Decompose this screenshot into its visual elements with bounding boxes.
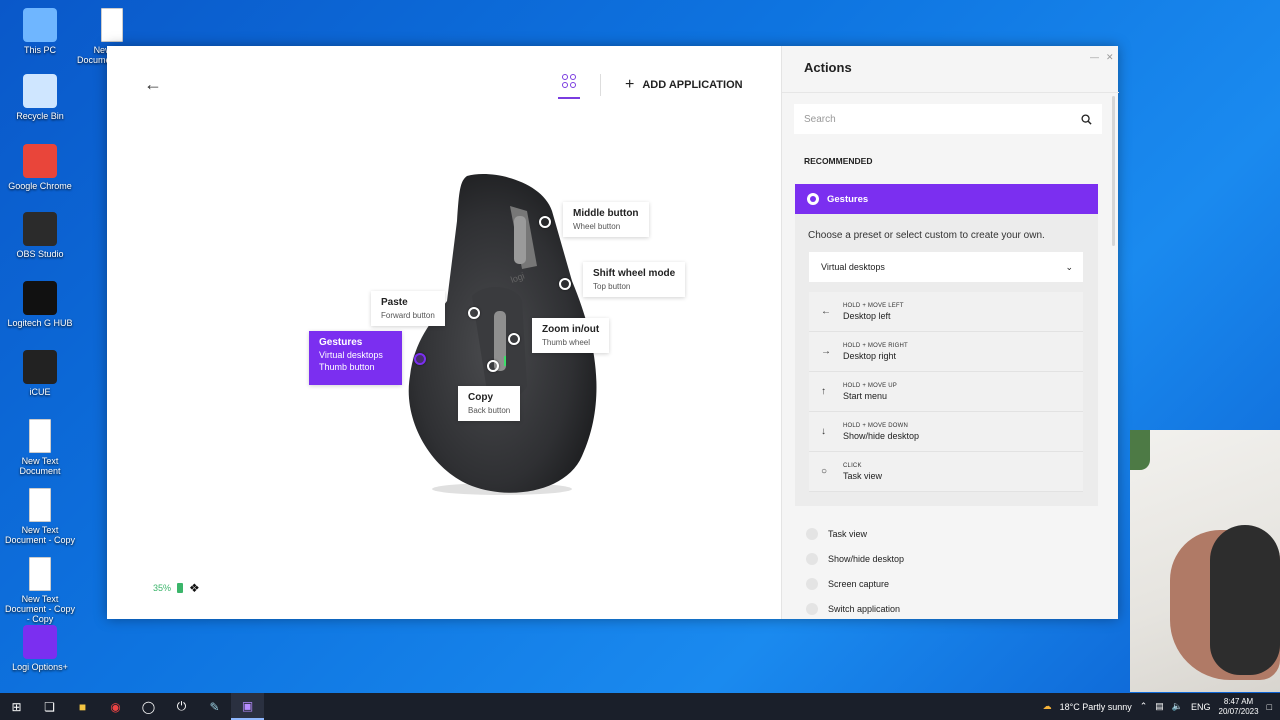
radio-selected-icon [807,193,819,205]
desktop-icon[interactable]: Logitech G HUB [4,281,76,328]
logi-options-window: ← + ADD APPLICATION logi Middle button W… [107,46,1119,621]
back-arrow-icon[interactable]: ← [144,74,162,95]
plant [1130,430,1150,470]
divider [600,74,601,96]
add-application-button[interactable]: + ADD APPLICATION [625,76,743,94]
gesture-direction-icon: → [821,346,831,357]
system-tray: ☁ 18°C Partly sunny ⌃ ▤ 🔈 ENG 8:47 AM 20… [1043,693,1280,720]
gestures-settings: Choose a preset or select custom to crea… [795,214,1098,506]
middle-button-hotspot[interactable] [539,216,551,228]
gestures-option-selected[interactable]: Gestures [795,184,1098,214]
desktop-icon[interactable]: This PC [4,8,76,55]
notification-icon[interactable]: □ [1267,702,1272,712]
desktop-icon[interactable]: OBS Studio [4,212,76,259]
weather-icon: ☁ [1042,701,1052,711]
gesture-direction-icon: ← [821,306,831,317]
thumb-button-hotspot[interactable] [414,353,426,365]
battery-status: 35% ❖ [153,581,200,595]
text-document-icon [101,8,123,42]
obs-icon [23,212,57,246]
desktop-icon[interactable]: New Text Document [4,419,76,476]
callout-zoom[interactable]: Zoom in/out Thumb wheel [532,318,610,353]
gesture-row[interactable]: → HOLD + MOVE RIGHT Desktop right [809,332,1083,372]
action-option[interactable]: Show/hide desktop [806,547,904,572]
file-explorer-icon[interactable]: ■ [66,693,99,720]
text-document-icon [29,488,51,522]
callout-copy[interactable]: Copy Back button [458,386,521,421]
webcam-overlay [1130,430,1280,692]
clock[interactable]: 8:47 AM 20/07/2023 [1219,697,1259,717]
back-button-hotspot[interactable] [487,360,499,372]
gesture-row[interactable]: ← HOLD + MOVE LEFT Desktop left [809,292,1083,332]
tab-underline [558,97,580,99]
action-options: Task view Show/hide desktop Screen capture… [806,522,904,621]
gesture-direction-icon: ↓ [821,426,826,437]
radio-icon [806,528,818,541]
start-icon[interactable]: ⊞ [0,693,33,720]
thumb-wheel-hotspot[interactable] [508,333,520,345]
taskbar: ⊞ ❏ ■ ◉ ◯ ⏻ ✎ ▣ ☁ 18°C Partly sunny ⌃ ▤ … [0,693,1280,720]
action-option[interactable]: Screen capture [806,572,904,597]
scrollbar[interactable] [1112,96,1115,246]
desktop-icon[interactable]: New Text Document - Copy - Copy [4,557,76,624]
search-input[interactable]: Search [794,104,1102,134]
close-icon[interactable]: ✕ [1106,52,1114,63]
action-option[interactable]: Task view [806,522,904,547]
chrome-icon [23,144,57,178]
search-icon [1081,113,1092,125]
task-view-icon[interactable]: ❏ [33,693,66,720]
gesture-row[interactable]: ↑ HOLD + MOVE UP Start menu [809,372,1083,412]
devices-grid-icon[interactable] [562,74,576,88]
language[interactable]: ENG [1191,702,1211,712]
callout-shift-wheel[interactable]: Shift wheel mode Top button [583,262,686,297]
notepad-icon[interactable]: ✎ [198,693,231,720]
radio-icon [806,577,818,590]
physical-mouse [1210,525,1280,675]
icue-icon[interactable]: ⏻ [165,693,198,720]
this-pc-icon [23,8,57,42]
gesture-row[interactable]: ○ CLICK Task view [809,452,1083,492]
plus-icon: + [625,76,635,93]
chevron-up-icon[interactable]: ⌃ [1140,701,1148,712]
desktop-icon[interactable]: Recycle Bin [4,74,76,121]
desktop-icon[interactable]: Logi Options+ [4,625,76,672]
recycle-bin-icon [23,74,57,108]
gesture-direction-icon: ↑ [821,386,826,397]
ghub-icon [23,281,57,315]
action-option[interactable]: Switch application [806,596,904,621]
forward-button-hotspot[interactable] [468,307,480,319]
volume-icon[interactable]: 🔈 [1172,701,1183,712]
desktop-icon[interactable]: iCUE [4,350,76,397]
text-document-icon [29,419,51,453]
callout-paste[interactable]: Paste Forward button [371,291,445,326]
recommended-heading: RECOMMENDED [804,156,873,166]
shift-button-hotspot[interactable] [559,278,571,290]
callout-middle-button[interactable]: Middle button Wheel button [563,202,649,237]
actions-panel: — ✕ Actions Search RECOMMENDED Gestures … [781,46,1119,621]
desktop-icon[interactable]: New Text Document - Copy [4,488,76,545]
logi-options-icon [23,625,57,659]
connection-icon: ❖ [189,581,200,595]
icue-icon [23,350,57,384]
minimize-icon[interactable]: — [1090,52,1099,62]
obs-icon[interactable]: ◯ [132,693,165,720]
radio-icon [806,553,818,566]
callout-gestures[interactable]: Gestures Virtual desktops Thumb button [309,331,402,385]
gesture-list: ← HOLD + MOVE LEFT Desktop left → HOLD + MOV… [809,292,1083,492]
chevron-down-icon: ⌄ [1065,261,1073,272]
gesture-row[interactable]: ↓ HOLD + MOVE DOWN Show/hide desktop [809,412,1083,452]
gesture-direction-icon: ○ [821,466,828,477]
panel-title: Actions [804,60,852,75]
chrome-icon[interactable]: ◉ [99,693,132,720]
logi-options-taskbar-icon[interactable]: ▣ [231,693,264,720]
radio-icon [806,602,818,615]
network-icon[interactable]: ▤ [1155,701,1164,712]
divider [782,92,1119,93]
text-document-icon [29,557,51,591]
battery-icon [177,583,184,593]
preset-dropdown[interactable]: Virtual desktops ⌄ [809,252,1083,282]
weather[interactable]: 18°C Partly sunny [1060,702,1132,712]
desktop-icon[interactable]: Google Chrome [4,144,76,191]
